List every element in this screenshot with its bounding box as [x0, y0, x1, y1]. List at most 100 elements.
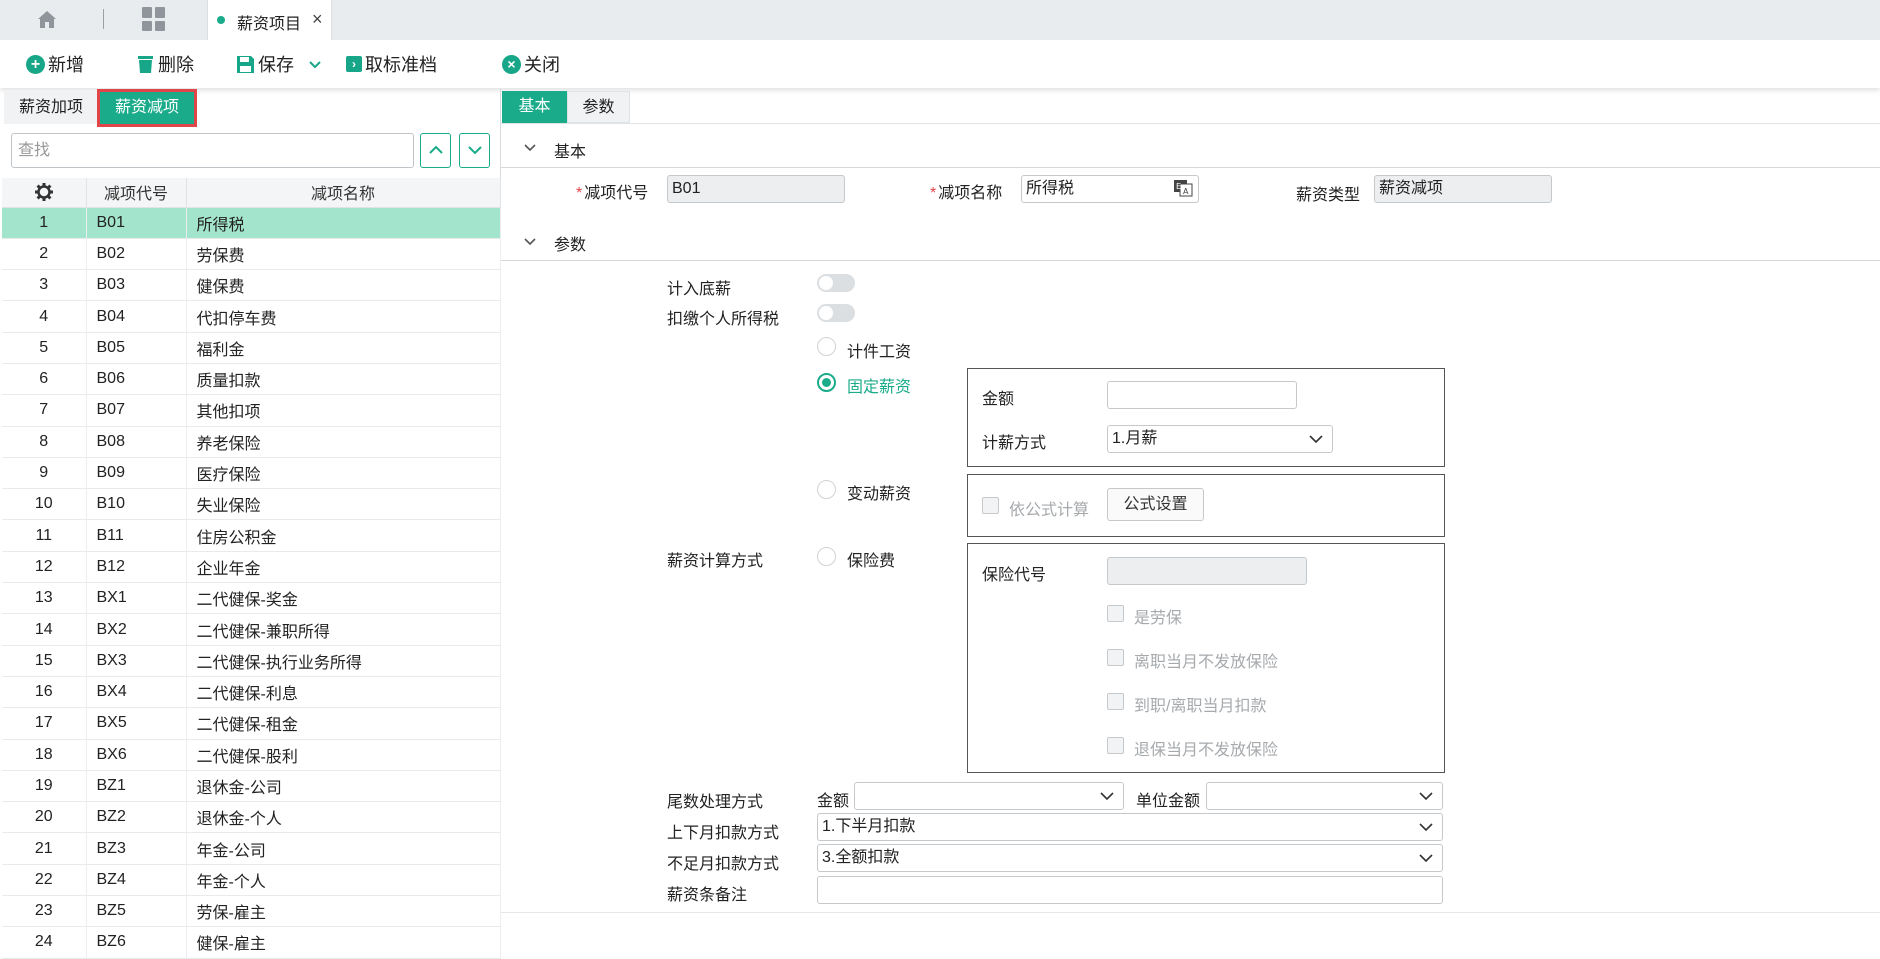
withhold-tax-toggle[interactable] — [817, 304, 855, 322]
table-row[interactable]: 9 B09 医疗保险 — [2, 457, 501, 490]
chevron-down-icon[interactable] — [308, 54, 322, 75]
row-name: 健保-雇主 — [186, 926, 501, 959]
table-row[interactable]: 7 B07 其他扣项 — [2, 394, 501, 427]
tab-salary-additions[interactable]: 薪资加项 — [4, 92, 98, 124]
collapse-params-icon[interactable] — [523, 234, 537, 252]
row-code: BX5 — [86, 707, 187, 740]
required-mark: * — [930, 185, 937, 202]
join-resign-checkbox[interactable] — [1107, 693, 1124, 710]
table-row[interactable]: 23 BZ5 劳保-雇主 — [2, 895, 501, 928]
table-row[interactable]: 16 BX4 二代健保-利息 — [2, 676, 501, 709]
radio-piece-rate[interactable] — [817, 337, 836, 356]
row-number: 13 — [2, 582, 87, 615]
chevron-down-icon — [1309, 435, 1323, 444]
move-up-button[interactable] — [420, 133, 451, 168]
withdraw-month-checkbox[interactable] — [1107, 737, 1124, 754]
table-row[interactable]: 6 B06 质量扣款 — [2, 363, 501, 396]
column-settings[interactable] — [2, 178, 87, 208]
half-month-select[interactable]: 1.下半月扣款 — [817, 813, 1443, 841]
tab-params[interactable]: 参数 — [567, 91, 630, 123]
formula-calc-checkbox[interactable] — [982, 497, 999, 514]
row-number: 20 — [2, 801, 87, 834]
radio-variable-salary[interactable] — [817, 480, 836, 499]
table-row[interactable]: 20 BZ2 退休金-个人 — [2, 801, 501, 834]
table-row[interactable]: 8 B08 养老保险 — [2, 426, 501, 458]
table-row[interactable]: 24 BZ6 健保-雇主 — [2, 926, 501, 959]
table-row[interactable]: 5 B05 福利金 — [2, 332, 501, 364]
gear-icon — [34, 183, 53, 202]
include-base-toggle[interactable] — [817, 274, 855, 292]
table-row[interactable]: 19 BZ1 退休金-公司 — [2, 770, 501, 803]
collapse-basic-icon[interactable] — [523, 140, 537, 158]
insufficient-select[interactable]: 3.全额扣款 — [817, 844, 1443, 872]
tab-basic[interactable]: 基本 — [502, 91, 567, 123]
row-number: 1 — [2, 207, 87, 239]
add-label: 新增 — [48, 55, 84, 75]
code-field[interactable]: B01 — [667, 175, 845, 203]
radio-fixed-salary[interactable] — [817, 373, 836, 392]
unit-amount-select[interactable] — [1206, 782, 1443, 810]
calc-method-label: 薪资计算方式 — [667, 553, 764, 570]
table-row[interactable]: 15 BX3 二代健保-执行业务所得 — [2, 645, 501, 677]
row-number: 2 — [2, 238, 87, 271]
table-row[interactable]: 14 BX2 二代健保-兼职所得 — [2, 613, 501, 646]
close-tab-icon[interactable]: × — [312, 9, 323, 30]
cancel-archive-button[interactable]: › 取标准档 — [346, 40, 437, 88]
amount-input[interactable] — [1107, 381, 1297, 409]
section-params-title: 参数 — [554, 237, 587, 254]
column-header-code[interactable]: 减项代号 — [86, 178, 187, 208]
chevron-down-icon — [1100, 792, 1114, 801]
table-row[interactable]: 22 BZ4 年金-个人 — [2, 864, 501, 897]
row-name: 劳保费 — [186, 238, 501, 271]
table-row[interactable]: 11 B11 住房公积金 — [2, 519, 501, 552]
move-down-button[interactable] — [459, 133, 490, 168]
row-number: 19 — [2, 770, 87, 803]
tab-separator — [103, 9, 104, 29]
bottom-divider — [501, 912, 1880, 913]
top-tab-bar: 薪资项目 × — [0, 0, 1880, 40]
close-button[interactable]: × 关闭 — [502, 40, 560, 88]
tab-salary-items[interactable]: 薪资项目 × — [207, 0, 332, 40]
table-header-row: 减项代号 减项名称 — [2, 178, 501, 208]
pay-method-select[interactable]: 1.月薪 — [1107, 425, 1333, 453]
table-row[interactable]: 4 B04 代扣停车费 — [2, 300, 501, 333]
chevron-up-icon — [429, 145, 443, 154]
resign-month-label: 离职当月不发放保险 — [1134, 654, 1279, 671]
resign-month-checkbox[interactable] — [1107, 649, 1124, 666]
radio-insurance[interactable] — [817, 547, 836, 566]
tab-salary-deductions[interactable]: 薪资减项 — [97, 89, 197, 127]
remark-input[interactable] — [817, 876, 1443, 904]
grid-icon[interactable] — [142, 7, 166, 31]
row-name: 二代健保-兼职所得 — [186, 613, 501, 646]
svg-text:A: A — [1183, 187, 1189, 196]
table-row[interactable]: 3 B03 健保费 — [2, 269, 501, 302]
name-field[interactable]: 所得税 EA — [1021, 175, 1199, 203]
formula-setup-button[interactable]: 公式设置 — [1107, 488, 1204, 521]
table-row[interactable]: 18 BX6 二代健保-股利 — [2, 739, 501, 771]
add-button[interactable]: + 新增 — [26, 40, 84, 88]
row-name: 退休金-公司 — [186, 770, 501, 803]
row-code: B11 — [86, 519, 187, 552]
row-number: 5 — [2, 332, 87, 364]
row-code: BX4 — [86, 676, 187, 709]
table-row[interactable]: 12 B12 企业年金 — [2, 551, 501, 584]
section-divider — [501, 167, 1880, 168]
table-row[interactable]: 17 BX5 二代健保-租金 — [2, 707, 501, 740]
table-row[interactable]: 10 B10 失业保险 — [2, 488, 501, 521]
row-number: 7 — [2, 394, 87, 427]
column-header-name[interactable]: 减项名称 — [186, 178, 501, 208]
translate-icon[interactable]: EA — [1173, 179, 1193, 206]
delete-button[interactable]: 删除 — [136, 40, 194, 88]
row-name: 所得税 — [186, 207, 501, 239]
table-row[interactable]: 2 B02 劳保费 — [2, 238, 501, 271]
save-button[interactable]: 保存 — [236, 40, 322, 88]
table-row[interactable]: 1 B01 所得税 — [2, 207, 501, 239]
labor-insurance-checkbox[interactable] — [1107, 605, 1124, 622]
search-input[interactable]: 查找 — [11, 133, 414, 168]
insurance-code-field[interactable] — [1107, 557, 1307, 585]
home-icon[interactable] — [36, 8, 64, 34]
table-row[interactable]: 13 BX1 二代健保-奖金 — [2, 582, 501, 615]
rounding-amount-select[interactable] — [854, 782, 1124, 810]
withhold-tax-label: 扣缴个人所得税 — [667, 311, 780, 328]
table-row[interactable]: 21 BZ3 年金-公司 — [2, 832, 501, 865]
